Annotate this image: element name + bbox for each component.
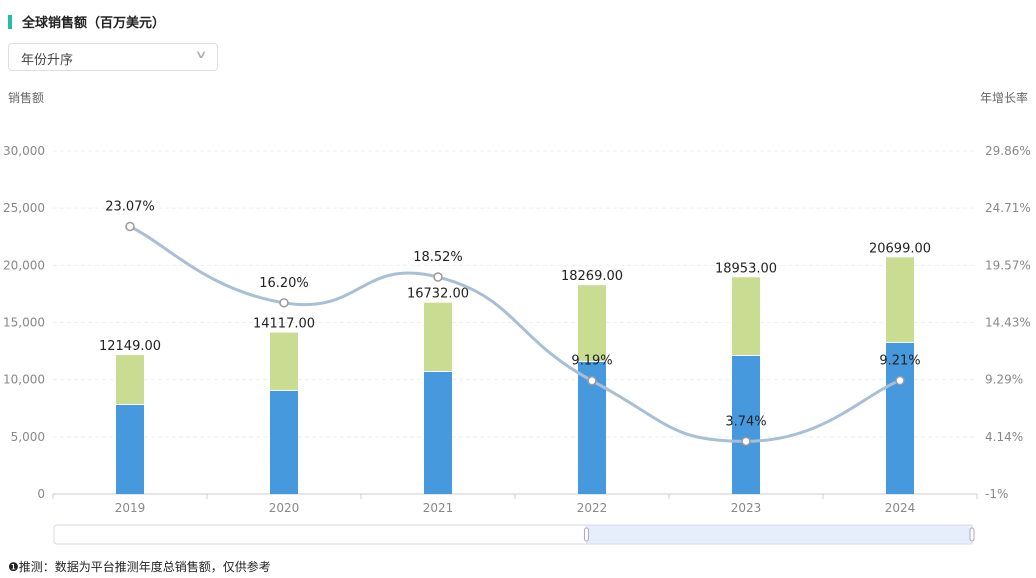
right-tick-label: 19.57% — [985, 258, 1031, 272]
bar-upper-segment — [424, 302, 452, 371]
growth-point — [741, 436, 751, 447]
left-tick-label: 15,000 — [3, 316, 45, 330]
x-tick-label: 2023 — [731, 501, 762, 515]
left-tick-label: 5,000 — [11, 430, 45, 444]
growth-point — [587, 375, 597, 386]
bar-upper-segment — [732, 277, 760, 355]
growth-label: 23.07% — [105, 199, 155, 214]
x-tick-label: 2021 — [423, 501, 454, 515]
growth-point — [895, 375, 905, 386]
left-tick-label: 10,000 — [3, 373, 45, 387]
growth-point — [279, 298, 289, 308]
bar-total-label: 14117.00 — [253, 317, 315, 332]
bar-total-label: 16732.00 — [407, 287, 469, 302]
bar-total-label: 18269.00 — [561, 269, 623, 284]
x-tick-label: 2022 — [577, 501, 608, 515]
growth-line — [129, 225, 901, 443]
right-tick-label: 29.86% — [985, 144, 1031, 158]
chart: 0 -1% 5,000 4.14% 10,000 9.29% 15,000 14.43% 20,… — [3, 144, 1031, 545]
right-tick-label: 4.14% — [985, 430, 1023, 444]
bar-upper-segment — [578, 285, 606, 361]
x-tick-label: 2019 — [115, 501, 146, 515]
growth-label: 3.74% — [725, 414, 766, 429]
left-tick-label: 30,000 — [3, 144, 45, 158]
growth-label: 9.19% — [571, 354, 612, 369]
bar-upper-segment — [116, 355, 144, 405]
growth-label: 9.21% — [879, 354, 920, 369]
bar-lower-segment — [424, 371, 452, 494]
growth-label: 16.20% — [259, 276, 309, 291]
left-tick-label: 0 — [37, 487, 45, 501]
left-tick-label: 25,000 — [3, 201, 45, 215]
zoom-slider-range[interactable] — [585, 524, 973, 545]
growth-point — [125, 221, 135, 232]
bar-total-label: 18953.00 — [715, 261, 777, 276]
bar-upper-segment — [270, 332, 298, 390]
right-tick-label: -1% — [985, 487, 1008, 501]
bar-total-label: 20699.00 — [869, 241, 931, 256]
zoom-slider-handle[interactable] — [969, 527, 975, 542]
footnote: ❶推测：数据为平台推测年度总销售额，仅供参考 — [8, 560, 271, 574]
bar-lower-segment — [116, 405, 144, 494]
bar-upper-segment — [886, 257, 914, 342]
x-tick-label: 2024 — [885, 501, 916, 515]
right-tick-label: 14.43% — [985, 316, 1031, 330]
right-tick-label: 9.29% — [985, 373, 1023, 387]
growth-point — [433, 272, 443, 282]
bar-lower-segment — [270, 390, 298, 494]
right-tick-label: 24.71% — [985, 201, 1031, 215]
bar-total-label: 12149.00 — [99, 339, 161, 354]
left-tick-label: 20,000 — [3, 258, 45, 272]
x-tick-label: 2020 — [269, 501, 300, 515]
growth-label: 18.52% — [413, 250, 463, 265]
zoom-slider-handle[interactable] — [583, 527, 589, 542]
